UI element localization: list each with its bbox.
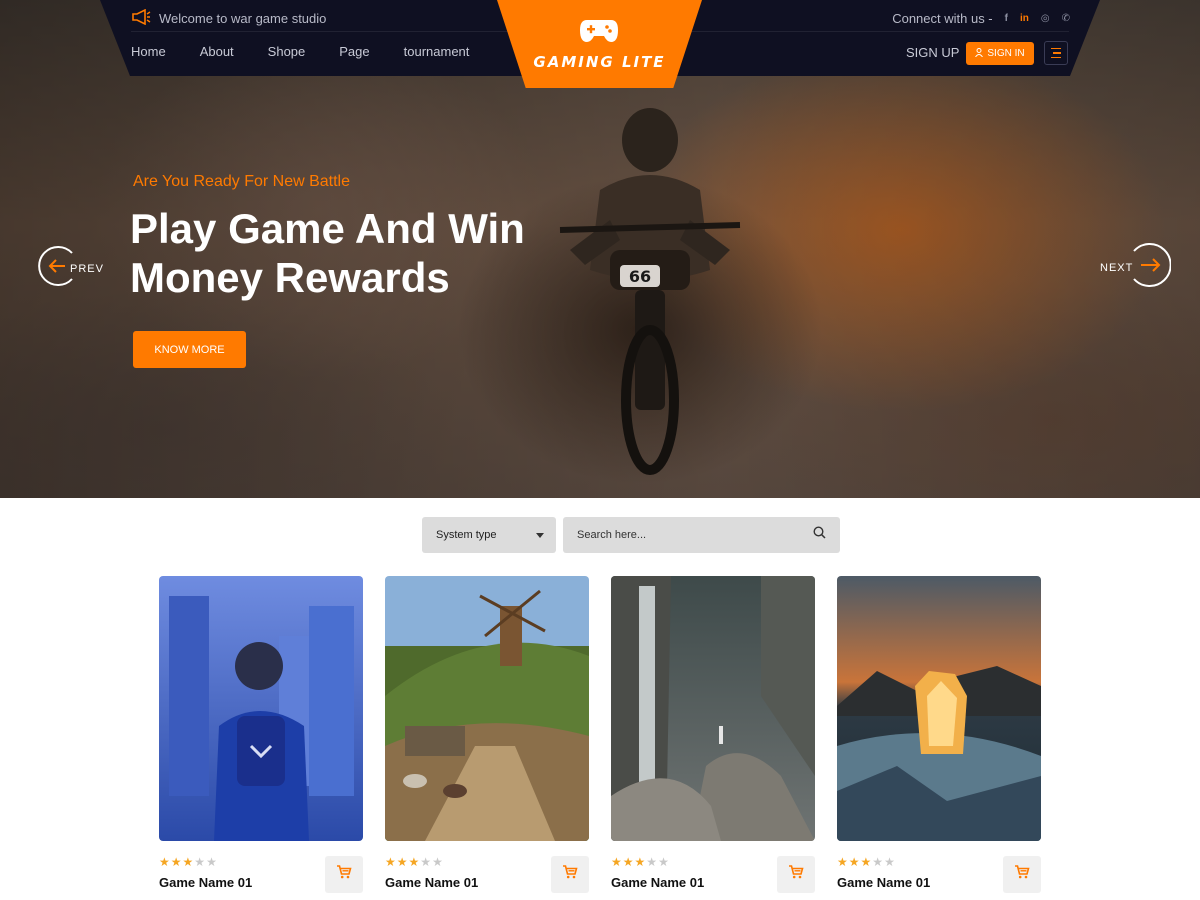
arrow-right-icon: [1125, 242, 1172, 293]
nav-item-home[interactable]: Home: [131, 44, 166, 59]
game-card[interactable]: ★ ★ ★ ★ ★ Game Name 01: [611, 576, 815, 893]
hero-kicker: Are You Ready For New Battle: [133, 173, 351, 190]
hero-headline-line2: Money Rewards: [130, 254, 450, 301]
facebook-icon[interactable]: f: [1005, 13, 1008, 24]
hero-headline-line1: Play Game And Win: [130, 205, 525, 252]
star-icon: ★: [658, 855, 669, 869]
star-icon: ★: [646, 855, 658, 869]
game-title[interactable]: Game Name 01: [159, 875, 252, 890]
game-thumbnail[interactable]: [837, 576, 1041, 841]
system-type-label: System type: [436, 529, 497, 541]
megaphone-icon: [131, 8, 151, 28]
star-icon: ★: [848, 855, 860, 869]
add-to-cart-button[interactable]: [325, 856, 363, 893]
prev-button[interactable]: PREV: [38, 245, 104, 292]
star-icon: ★: [432, 855, 443, 869]
gamepad-icon: [579, 16, 619, 49]
add-to-cart-button[interactable]: [1003, 856, 1041, 893]
star-rating: ★ ★ ★ ★ ★: [837, 856, 895, 868]
logo-text: GAMING LITE: [533, 53, 666, 71]
signin-label: SIGN IN: [987, 48, 1025, 59]
site-logo[interactable]: GAMING LITE: [497, 0, 702, 88]
search-input[interactable]: [577, 529, 813, 541]
svg-text:66: 66: [629, 267, 651, 286]
user-icon: [975, 47, 984, 60]
star-rating: ★ ★ ★ ★ ★: [611, 856, 669, 868]
system-type-select[interactable]: System type: [422, 517, 556, 553]
star-icon: ★: [622, 855, 634, 869]
instagram-icon[interactable]: ◎: [1041, 13, 1050, 24]
star-icon: ★: [872, 855, 884, 869]
nav-item-tournament[interactable]: tournament: [404, 44, 470, 59]
star-icon: ★: [408, 855, 420, 869]
game-card[interactable]: ★ ★ ★ ★ ★ Game Name 01: [385, 576, 589, 893]
connect-text: Connect with us -: [892, 10, 993, 26]
star-icon: ★: [837, 855, 848, 869]
next-button[interactable]: NEXT: [1100, 242, 1172, 293]
welcome-row: Welcome to war game studio: [131, 8, 326, 28]
nav-item-shope[interactable]: Shope: [268, 44, 306, 59]
main-nav: Home About Shope Page tournament: [131, 44, 469, 59]
social-row: Connect with us - f in ◎ ✆: [892, 8, 1070, 28]
game-thumbnail[interactable]: [159, 576, 363, 841]
star-icon: ★: [420, 855, 432, 869]
star-icon: ★: [396, 855, 408, 869]
star-icon: ★: [860, 855, 872, 869]
game-thumbnail[interactable]: [385, 576, 589, 841]
nav-item-page[interactable]: Page: [339, 44, 369, 59]
welcome-text: Welcome to war game studio: [159, 10, 327, 26]
menu-icon[interactable]: [1044, 41, 1068, 65]
linkedin-icon[interactable]: in: [1020, 13, 1029, 24]
star-rating: ★ ★ ★ ★ ★: [385, 856, 443, 868]
cart-icon: [1014, 865, 1030, 884]
game-title[interactable]: Game Name 01: [611, 875, 704, 890]
game-title[interactable]: Game Name 01: [837, 875, 930, 890]
signup-link[interactable]: SIGN UP: [906, 45, 959, 60]
game-thumbnail[interactable]: [611, 576, 815, 841]
search-box: [563, 517, 840, 553]
star-icon: ★: [159, 855, 170, 869]
star-icon: ★: [884, 855, 895, 869]
whatsapp-icon[interactable]: ✆: [1062, 13, 1070, 24]
game-card[interactable]: ★ ★ ★ ★ ★ Game Name 01: [837, 576, 1041, 893]
nav-item-about[interactable]: About: [200, 44, 234, 59]
hero-headline: Play Game And Win Money Rewards: [130, 204, 560, 302]
hero-rider-image: 66: [559, 108, 741, 475]
search-icon[interactable]: [813, 526, 826, 544]
add-to-cart-button[interactable]: [551, 856, 589, 893]
star-rating: ★ ★ ★ ★ ★: [159, 856, 217, 868]
star-icon: ★: [182, 855, 194, 869]
game-title[interactable]: Game Name 01: [385, 875, 478, 890]
prev-label: PREV: [70, 262, 104, 275]
star-icon: ★: [170, 855, 182, 869]
star-icon: ★: [634, 855, 646, 869]
star-icon: ★: [611, 855, 622, 869]
cart-icon: [562, 865, 578, 884]
add-to-cart-button[interactable]: [777, 856, 815, 893]
cart-icon: [336, 865, 352, 884]
know-more-button[interactable]: KNOW MORE: [133, 331, 246, 368]
star-icon: ★: [206, 855, 217, 869]
star-icon: ★: [385, 855, 396, 869]
game-card[interactable]: ★ ★ ★ ★ ★ Game Name 01: [159, 576, 363, 893]
signin-button[interactable]: SIGN IN: [966, 42, 1034, 65]
caret-down-icon: [536, 532, 544, 538]
cart-icon: [788, 865, 804, 884]
star-icon: ★: [194, 855, 206, 869]
